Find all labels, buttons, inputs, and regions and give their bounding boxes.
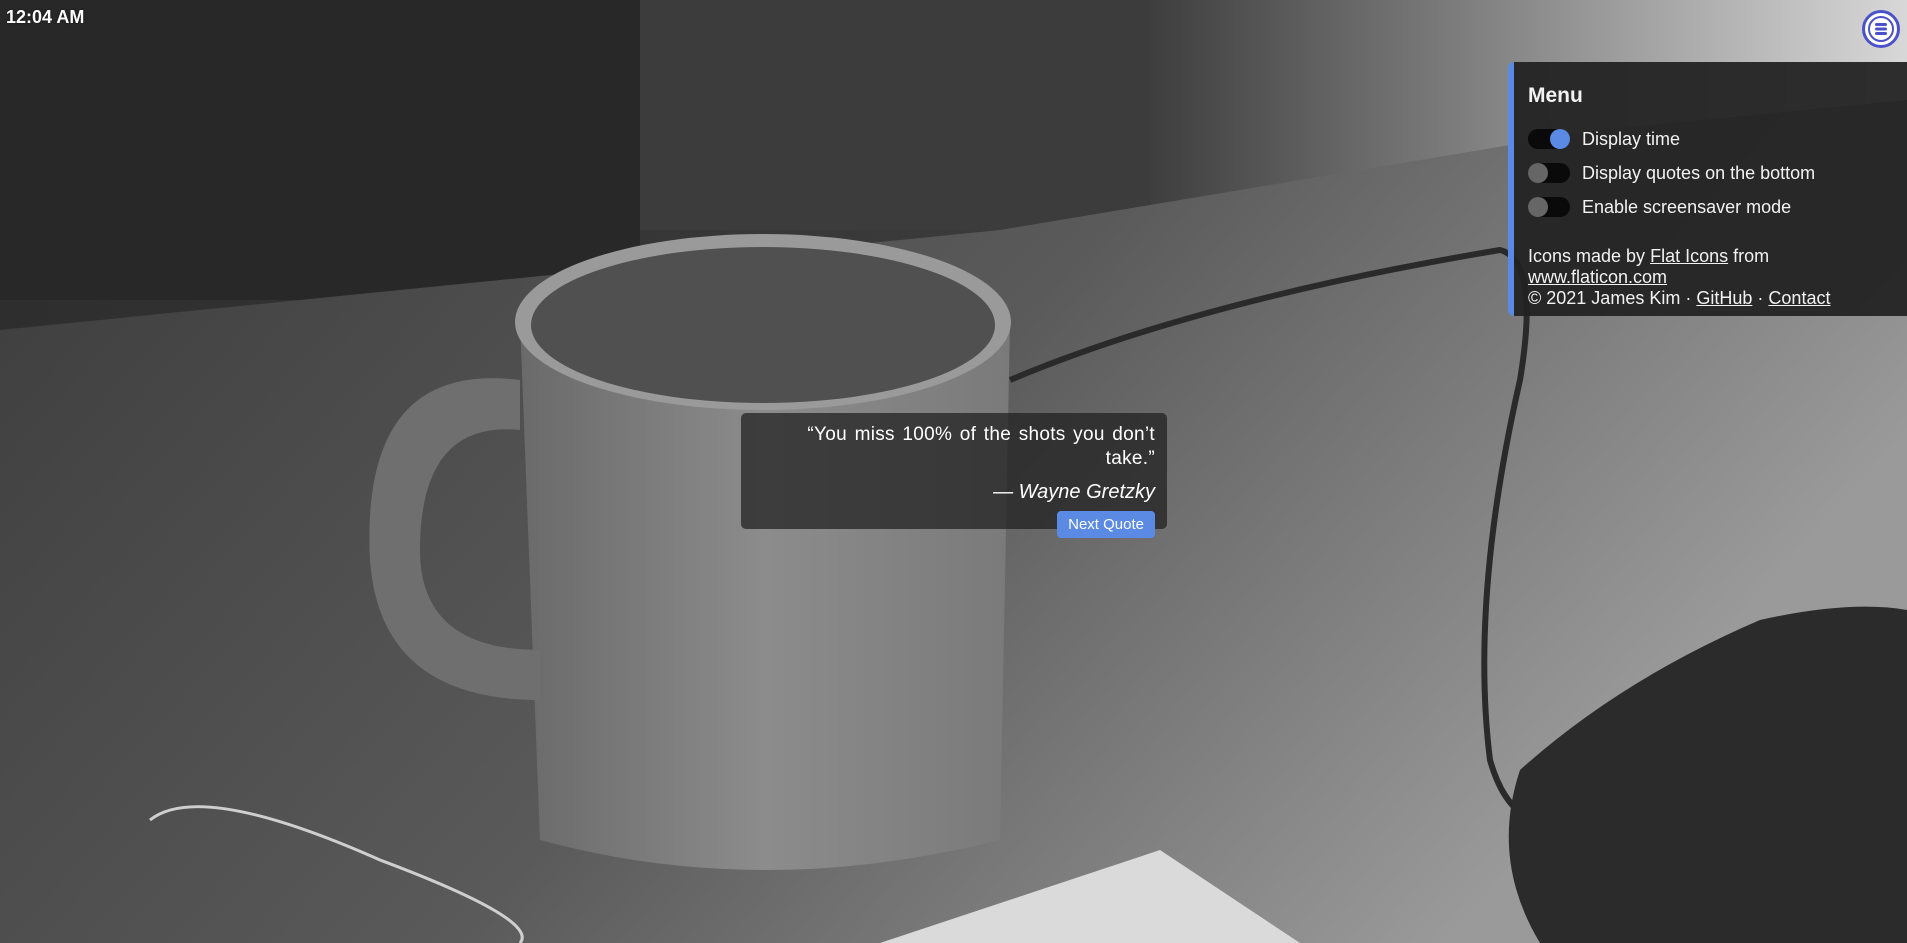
quote-dash: — [993,481,1014,503]
contact-link[interactable]: Contact [1768,288,1830,308]
icon-credits-line: Icons made by Flat Icons from www.flatic… [1528,246,1907,288]
quotes-bottom-label: Display quotes on the bottom [1582,162,1816,183]
quote-author-line: — Wayne Gretzky [753,479,1155,505]
display-time-label: Display time [1582,128,1681,149]
quote-text: “You miss 100% of the shots you don’t ta… [807,424,1155,469]
credits: Icons made by Flat Icons from www.flatic… [1528,246,1907,309]
menu-toggle-button[interactable] [1862,10,1900,48]
switch-knob [1550,129,1570,149]
quote-box: “You miss 100% of the shots you don’t ta… [741,413,1167,538]
copyright-line: © 2021 James Kim · GitHub · Contact [1528,288,1907,309]
screensaver-label: Enable screensaver mode [1582,196,1792,217]
display-time-switch[interactable] [1528,129,1570,149]
flat-icons-link[interactable]: Flat Icons [1650,246,1728,266]
toggle-row-display-time: Display time [1528,122,1907,156]
separator: · [1757,288,1764,308]
switch-knob [1528,163,1548,183]
screensaver-switch[interactable] [1528,197,1570,217]
next-quote-button[interactable]: Next Quote [1057,511,1155,538]
toggle-row-quotes-bottom: Display quotes on the bottom [1528,156,1907,190]
menu-title: Menu [1528,84,1583,107]
toggle-row-screensaver: Enable screensaver mode [1528,190,1907,224]
github-link[interactable]: GitHub [1696,288,1752,308]
icons-prefix-text: Icons made by [1528,246,1646,266]
menu-lines-icon [1868,16,1894,42]
copyright-text: © 2021 James Kim [1528,288,1681,308]
quotes-bottom-switch[interactable] [1528,163,1570,183]
flaticon-site-link[interactable]: www.flaticon.com [1528,267,1667,287]
settings-menu-panel: Menu Display time Display quotes on the … [1508,62,1907,316]
separator: · [1685,288,1692,308]
screensaver-page: 12:04 AM Menu Display time Display quote… [0,0,1907,943]
from-text: from [1733,246,1770,266]
switch-knob [1528,197,1548,217]
clock-display: 12:04 AM [6,7,85,27]
quote-author: Wayne Gretzky [1018,481,1155,503]
